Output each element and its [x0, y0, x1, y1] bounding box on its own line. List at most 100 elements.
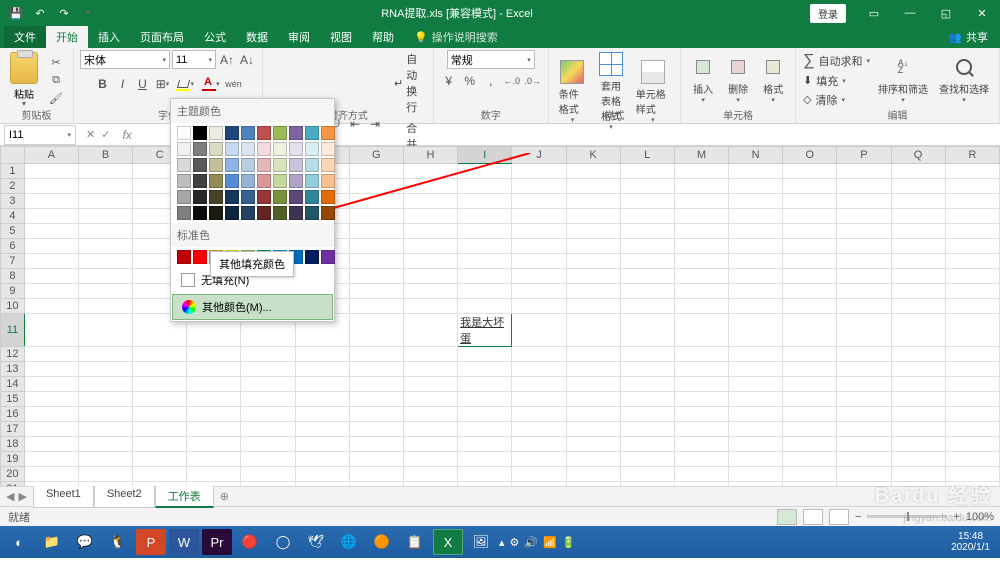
page-break-view-icon[interactable] — [829, 509, 849, 525]
cell[interactable] — [620, 164, 674, 179]
cell[interactable] — [620, 209, 674, 224]
taskbar-chrome-icon[interactable]: 🌐 — [334, 529, 364, 555]
cell[interactable] — [566, 452, 620, 467]
color-swatch[interactable] — [273, 174, 287, 188]
cell[interactable] — [241, 422, 295, 437]
color-swatch[interactable] — [289, 190, 303, 204]
cell[interactable] — [78, 314, 132, 347]
cell[interactable] — [729, 407, 783, 422]
tell-me-search[interactable]: 💡 操作说明搜索 — [404, 29, 498, 45]
save-icon[interactable]: 💾 — [6, 3, 26, 23]
cell[interactable] — [133, 377, 187, 392]
cell[interactable] — [78, 269, 132, 284]
cell[interactable] — [837, 284, 891, 299]
cell[interactable] — [512, 392, 566, 407]
color-swatch[interactable] — [321, 142, 335, 156]
cell[interactable] — [837, 209, 891, 224]
cell[interactable] — [24, 467, 78, 482]
cell[interactable] — [187, 407, 241, 422]
row-header[interactable]: 4 — [1, 209, 25, 224]
increase-font-icon[interactable]: A↑ — [218, 51, 236, 69]
cell[interactable] — [458, 467, 512, 482]
cell[interactable] — [295, 452, 349, 467]
more-colors-item[interactable]: 其他颜色(M)... — [172, 294, 333, 320]
tab-help[interactable]: 帮助 — [362, 26, 404, 48]
cell[interactable] — [620, 239, 674, 254]
color-swatch[interactable] — [305, 174, 319, 188]
color-swatch[interactable] — [225, 190, 239, 204]
cell[interactable] — [295, 407, 349, 422]
cell[interactable] — [458, 224, 512, 239]
cell[interactable] — [458, 209, 512, 224]
cell[interactable] — [945, 299, 999, 314]
cell[interactable] — [945, 194, 999, 209]
cell[interactable] — [78, 194, 132, 209]
color-swatch[interactable] — [321, 250, 335, 264]
cell[interactable] — [620, 377, 674, 392]
cell[interactable] — [729, 347, 783, 362]
cell[interactable] — [78, 452, 132, 467]
cell[interactable] — [512, 377, 566, 392]
tray-icon-4[interactable]: 🔋 — [562, 536, 576, 549]
cell[interactable] — [837, 164, 891, 179]
taskbar-app6-icon[interactable]: 🖼 — [466, 529, 496, 555]
cell[interactable] — [512, 422, 566, 437]
cell[interactable] — [566, 392, 620, 407]
color-swatch[interactable] — [209, 190, 223, 204]
color-swatch[interactable] — [321, 190, 335, 204]
cell[interactable] — [187, 467, 241, 482]
cell[interactable] — [945, 437, 999, 452]
cell[interactable] — [620, 254, 674, 269]
cell[interactable] — [349, 422, 403, 437]
color-swatch[interactable] — [321, 158, 335, 172]
cell[interactable] — [674, 194, 728, 209]
cell[interactable] — [241, 452, 295, 467]
cell[interactable] — [403, 482, 457, 487]
cell[interactable] — [512, 407, 566, 422]
cell[interactable] — [24, 269, 78, 284]
cell[interactable] — [458, 377, 512, 392]
cell[interactable] — [945, 407, 999, 422]
normal-view-icon[interactable] — [777, 509, 797, 525]
cell[interactable] — [78, 284, 132, 299]
cell[interactable] — [783, 314, 837, 347]
cell[interactable] — [891, 239, 945, 254]
italic-button[interactable]: I — [113, 75, 131, 93]
cell[interactable] — [133, 407, 187, 422]
row-header[interactable]: 6 — [1, 239, 25, 254]
comma-icon[interactable]: , — [482, 72, 500, 90]
cell[interactable] — [349, 179, 403, 194]
cell[interactable] — [512, 482, 566, 487]
cell[interactable] — [295, 482, 349, 487]
cell[interactable] — [783, 482, 837, 487]
cell[interactable] — [729, 164, 783, 179]
color-swatch[interactable] — [305, 190, 319, 204]
cell[interactable] — [133, 422, 187, 437]
cell[interactable] — [512, 254, 566, 269]
cell[interactable] — [24, 347, 78, 362]
cell[interactable] — [458, 407, 512, 422]
cell[interactable] — [78, 179, 132, 194]
tray-icon-1[interactable]: ⚙ — [510, 536, 520, 549]
cell[interactable] — [729, 377, 783, 392]
cell[interactable] — [729, 239, 783, 254]
cell[interactable] — [620, 482, 674, 487]
cell[interactable] — [566, 347, 620, 362]
cell[interactable] — [295, 437, 349, 452]
cell[interactable] — [24, 194, 78, 209]
cell[interactable] — [891, 179, 945, 194]
cell[interactable] — [837, 314, 891, 347]
cell[interactable] — [512, 209, 566, 224]
cell[interactable] — [891, 209, 945, 224]
currency-icon[interactable]: ¥ — [440, 72, 458, 90]
color-swatch[interactable] — [305, 250, 319, 264]
cell[interactable] — [891, 422, 945, 437]
cell[interactable] — [78, 299, 132, 314]
zoom-out-icon[interactable]: − — [855, 511, 861, 523]
taskbar-excel-icon[interactable]: X — [433, 529, 463, 555]
color-swatch[interactable] — [177, 142, 191, 156]
cell[interactable] — [566, 239, 620, 254]
cell[interactable] — [891, 347, 945, 362]
cell[interactable] — [837, 407, 891, 422]
row-header[interactable]: 10 — [1, 299, 25, 314]
